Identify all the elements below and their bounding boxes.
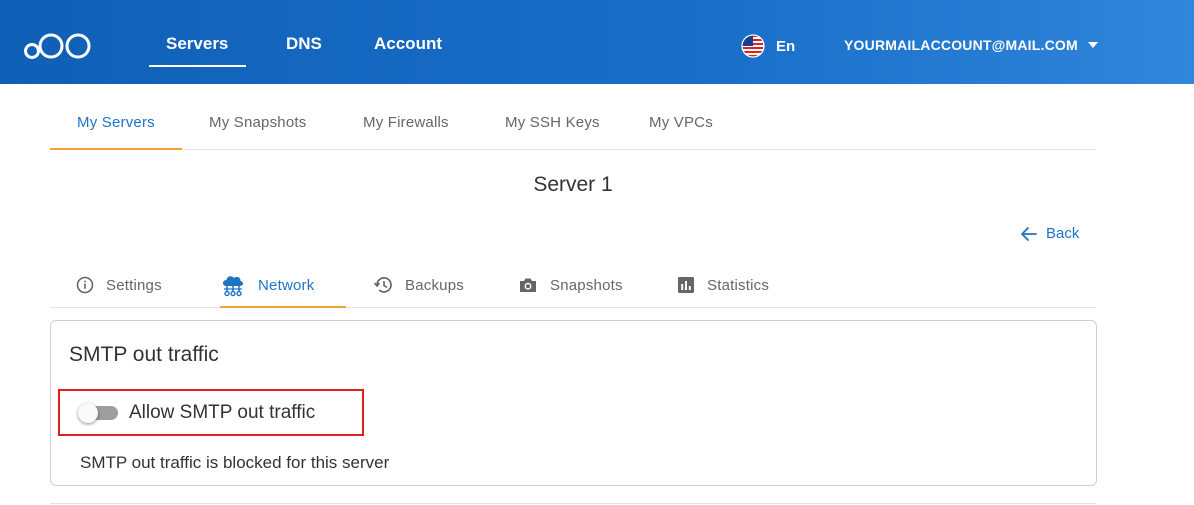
tab-snapshots-label: Snapshots [550,276,623,294]
camera-icon [518,276,538,294]
logo-icon[interactable] [24,27,96,61]
tab-settings-label: Settings [106,276,162,294]
server-tabs: Settings Network Backups Snapshots Stati… [50,262,1096,308]
nav-account[interactable]: Account [374,34,442,54]
tab-settings[interactable]: Settings [76,262,162,308]
smtp-toggle-label[interactable]: Allow SMTP out traffic [129,402,315,424]
tab-network-label: Network [258,276,315,294]
language-selector[interactable]: En [741,34,795,58]
account-dropdown[interactable]: YOURMAILACCOUNT@MAIL.COM [844,37,1098,53]
tab-active-indicator [220,306,346,308]
tab-network[interactable]: Network [220,262,314,308]
back-label: Back [1046,225,1080,242]
tab-backups[interactable]: Backups [373,262,464,308]
servers-subtabs: My Servers My Snapshots My Firewalls My … [50,96,1096,150]
us-flag-icon [741,34,765,58]
bar-chart-icon [677,276,695,294]
subtab-active-indicator [50,148,182,150]
subtab-my-snapshots[interactable]: My Snapshots [209,114,306,131]
info-icon [76,276,94,294]
tab-statistics[interactable]: Statistics [677,262,769,308]
smtp-card: SMTP out traffic Allow SMTP out traffic … [50,320,1097,486]
account-email: YOURMAILACCOUNT@MAIL.COM [844,37,1078,53]
language-label: En [776,37,796,55]
toggle-knob [78,403,98,423]
smtp-status-text: SMTP out traffic is blocked for this ser… [80,453,390,472]
smtp-card-title: SMTP out traffic [69,343,219,366]
cloud-network-icon [220,272,246,298]
tab-snapshots[interactable]: Snapshots [518,262,623,308]
back-link[interactable]: Back [1020,225,1079,242]
subtab-my-ssh-keys[interactable]: My SSH Keys [505,114,600,131]
arrow-left-icon [1021,226,1037,241]
subtab-my-servers[interactable]: My Servers [77,114,155,131]
top-navbar: Servers DNS Account En YOURMAILACCOUNT@M… [0,0,1194,84]
nav-servers[interactable]: Servers [166,34,228,54]
tab-backups-label: Backups [405,276,464,294]
tab-statistics-label: Statistics [707,276,770,294]
subtab-my-vpcs[interactable]: My VPCs [649,114,713,131]
smtp-toggle[interactable] [78,403,118,423]
divider [50,503,1096,504]
nav-dns[interactable]: DNS [286,34,322,54]
chevron-down-icon [1087,42,1098,48]
page-title: Server 1 [533,173,613,196]
history-icon [373,276,393,294]
subtab-my-firewalls[interactable]: My Firewalls [363,114,449,131]
nav-active-indicator [149,65,246,67]
